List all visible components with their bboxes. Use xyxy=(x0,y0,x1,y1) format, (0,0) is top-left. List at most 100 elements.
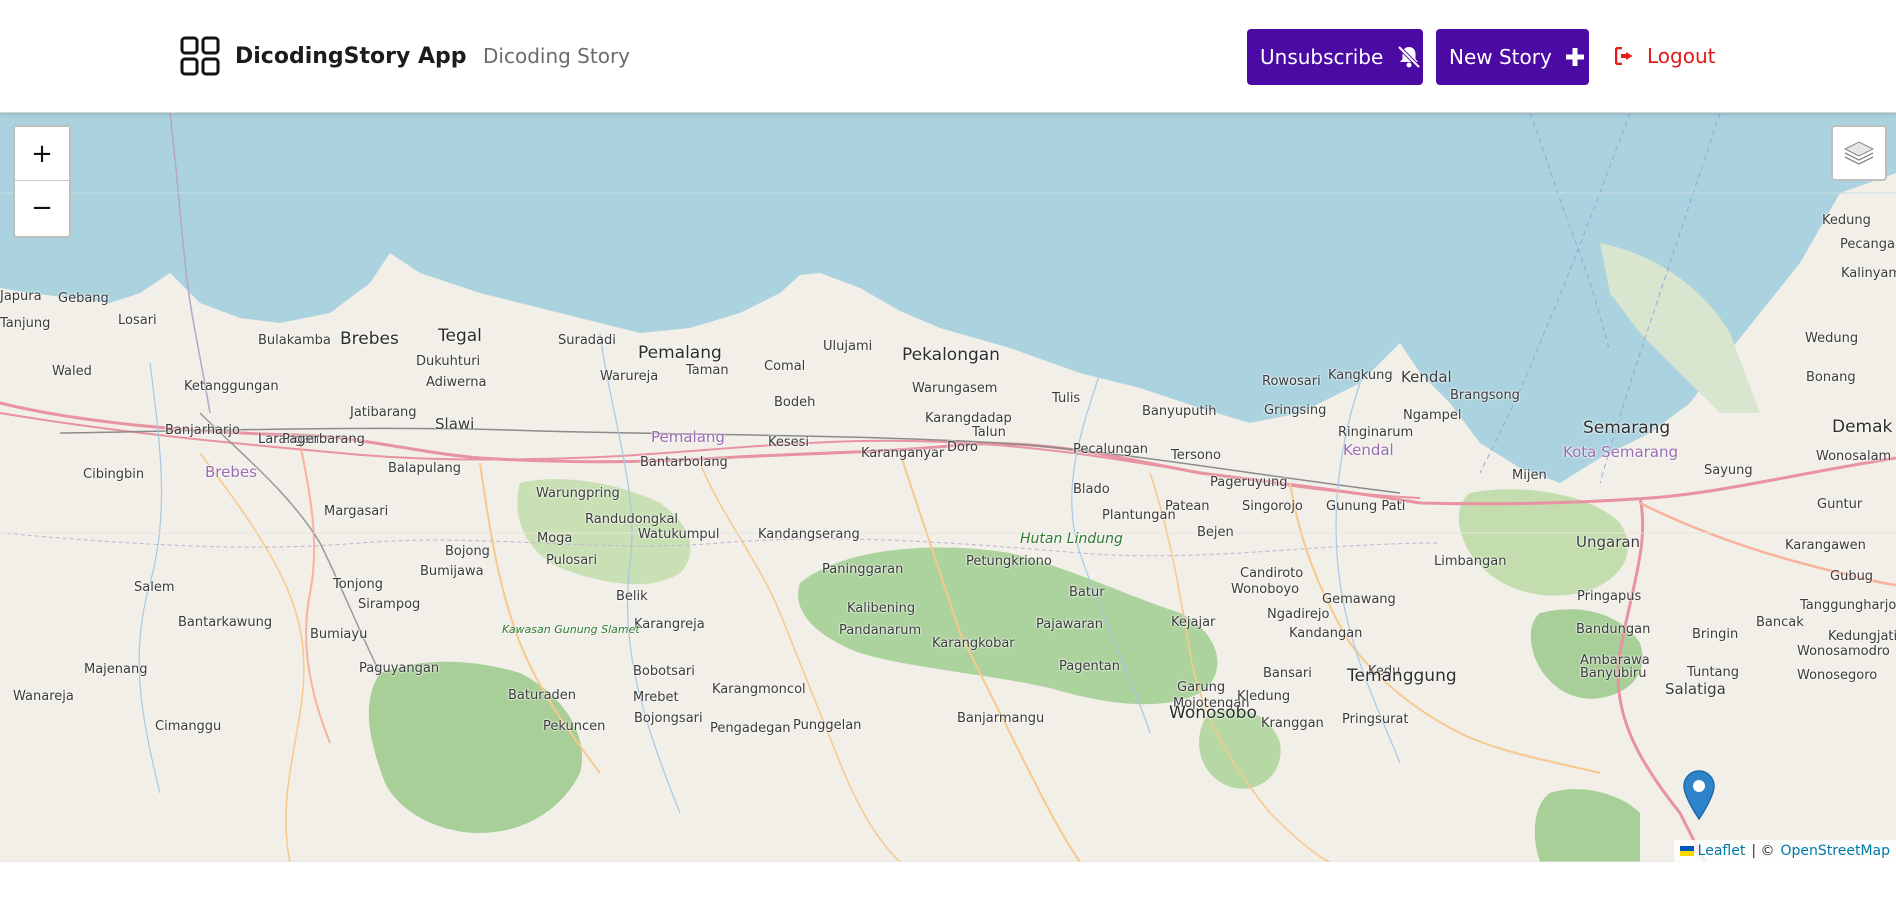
map-place-label: Kejajar xyxy=(1171,615,1216,630)
map-place-label: Garung xyxy=(1177,680,1226,695)
map-place-label: Pageruyung xyxy=(1210,475,1288,490)
map-place-label: Mijen xyxy=(1512,468,1547,483)
map-place-label: Tulis xyxy=(1052,391,1081,406)
map-place-label: Comal xyxy=(764,359,806,374)
map-place-label: Ringinarum xyxy=(1338,425,1414,440)
logout-label: Logout xyxy=(1647,44,1716,68)
map-place-label: Sayung xyxy=(1704,463,1753,478)
map-place-label: Dukuhturi xyxy=(416,354,481,369)
map-place-label: Warureja xyxy=(600,369,659,384)
map-place-label: Randudongkal xyxy=(585,512,679,527)
new-story-button[interactable]: New Story xyxy=(1436,29,1589,85)
map-place-label: Bumiayu xyxy=(310,627,368,642)
map-place-label: Wonosamodro xyxy=(1797,644,1890,659)
map-place-label: Ngadirejo xyxy=(1267,607,1330,622)
map-place-label: Pajawaran xyxy=(1036,617,1103,632)
map-place-label: Punggelan xyxy=(793,718,862,733)
layers-control-button[interactable] xyxy=(1831,125,1887,181)
map-place-label: Batur xyxy=(1069,585,1105,600)
grid-logo-icon xyxy=(180,36,220,76)
map-place-label: Moga xyxy=(537,531,573,546)
map-place-label: Pringapus xyxy=(1577,589,1642,604)
map-place-label: Bonang xyxy=(1806,370,1856,385)
map-place-label: Banjarmangu xyxy=(957,711,1045,726)
plus-icon xyxy=(1565,48,1584,66)
map-place-label: Gebang xyxy=(58,291,109,306)
map-place-label: Cibingbin xyxy=(83,467,145,482)
map-place-label: Pekuncen xyxy=(543,719,606,734)
map-place-label: Doro xyxy=(947,440,978,455)
map-place-label: Tanggungharjo xyxy=(1800,598,1896,613)
map-place-label: Jatibarang xyxy=(350,405,417,420)
map-place-label: Sirampog xyxy=(358,597,421,612)
map-place-label: Majenang xyxy=(84,662,148,677)
map-place-label: Karanganyar xyxy=(861,446,945,461)
map-place-label: Bulakamba xyxy=(258,333,331,348)
map-place-label: Watukumpul xyxy=(638,527,720,542)
map-place-label: Temanggung xyxy=(1347,666,1457,686)
map-place-label: Bobotsari xyxy=(633,664,695,679)
map-place-label: Bojongsari xyxy=(634,711,703,726)
map-place-label: Gringsing xyxy=(1264,403,1327,418)
map-place-label: Pagentan xyxy=(1059,659,1121,674)
map-place-label: Kandangan xyxy=(1289,626,1363,641)
map-place-label: Ulujami xyxy=(823,339,873,354)
map-place-label: Guntur xyxy=(1817,497,1863,512)
map-place-label: Bojong xyxy=(445,544,490,559)
map-place-label: Kawasan Gunung Slamet xyxy=(502,623,640,636)
map-place-label: Brebes xyxy=(340,329,399,349)
map-place-label: Margasari xyxy=(324,504,389,519)
map-place-label: Pekalongan xyxy=(902,345,1000,365)
bell-slash-icon xyxy=(1397,45,1421,69)
map-place-label: Karangreja xyxy=(634,617,705,632)
zoom-out-button[interactable]: − xyxy=(15,181,69,235)
map-place-label: Kesesi xyxy=(768,435,810,450)
map-place-label: Wedung xyxy=(1805,331,1859,346)
map-place-label: Salem xyxy=(134,580,175,595)
nav-link-dicoding-story[interactable]: Dicoding Story xyxy=(483,44,630,68)
map-place-label: Banyuputih xyxy=(1142,404,1217,419)
map-place-label: Tersono xyxy=(1171,448,1221,463)
map-place-label: Bejen xyxy=(1197,525,1234,540)
app-name: DicodingStory App xyxy=(235,43,467,69)
map-place-label: Pecalungan xyxy=(1073,442,1149,457)
zoom-in-button[interactable]: + xyxy=(15,127,69,181)
unsubscribe-button[interactable]: Unsubscribe xyxy=(1247,29,1423,85)
map-place-label: Tonjong xyxy=(333,577,383,592)
map-place-label: Adiwerna xyxy=(426,375,487,390)
map-place-label: Kangkung xyxy=(1328,368,1393,383)
new-story-label: New Story xyxy=(1449,45,1552,69)
openstreetmap-link[interactable]: OpenStreetMap xyxy=(1781,843,1890,859)
map-place-label: Singorojo xyxy=(1242,499,1303,514)
layers-icon xyxy=(1843,141,1875,165)
map-place-label: Bansari xyxy=(1263,666,1312,681)
map-tiles xyxy=(0,113,1896,862)
map-place-label: Pringsurat xyxy=(1342,712,1409,727)
map-place-label: Kota Semarang xyxy=(1563,443,1679,461)
map-place-label: Limbangan xyxy=(1434,554,1507,569)
map-place-label: Bodeh xyxy=(774,395,816,410)
map-place-label: Losari xyxy=(118,313,157,328)
map-place-label: Petungkriono xyxy=(966,554,1052,569)
map-place-label: Paninggaran xyxy=(822,562,904,577)
story-location-marker-icon[interactable] xyxy=(1683,770,1715,820)
map-place-label: Karangkobar xyxy=(932,636,1015,651)
map-place-label: Mrebet xyxy=(633,690,679,705)
logout-link[interactable]: Logout xyxy=(1615,44,1715,68)
map-place-label: Wonosalam xyxy=(1816,449,1892,464)
map-place-label: Kendal xyxy=(1343,441,1394,459)
attribution-separator: | © xyxy=(1751,843,1775,859)
map-place-label: Kendal xyxy=(1401,368,1452,386)
map-place-label: Wanareja xyxy=(13,689,74,704)
story-map[interactable]: Japura Gebang Losari Tanjung Bulakamba Brebes… xyxy=(0,113,1896,862)
brand[interactable]: DicodingStory App xyxy=(180,36,467,76)
leaflet-link[interactable]: Leaflet xyxy=(1698,843,1746,859)
map-place-label: Pagerbarang xyxy=(282,432,365,447)
sign-out-icon xyxy=(1615,47,1633,65)
map-place-label: Talun xyxy=(972,425,1006,440)
map-place-label: Warungpring xyxy=(536,486,620,501)
map-place-label: Plantungan xyxy=(1102,508,1176,523)
map-place-label: Wonosegoro xyxy=(1797,668,1878,683)
zoom-control: + − xyxy=(13,125,71,238)
unsubscribe-label: Unsubscribe xyxy=(1260,45,1384,69)
